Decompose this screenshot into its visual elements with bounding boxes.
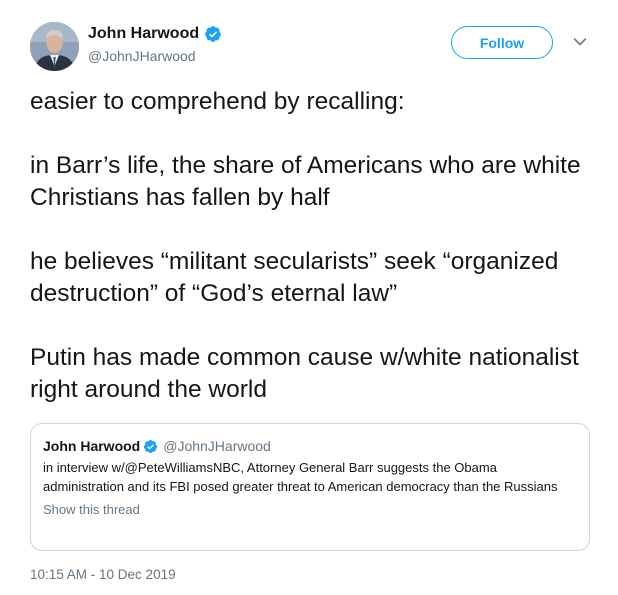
tweet-paragraph: easier to comprehend by recalling:	[30, 88, 405, 115]
tweet-paragraph: in Barr’s life, the share of Americans w…	[30, 152, 581, 211]
verified-badge-icon	[143, 439, 158, 454]
verified-badge-icon	[204, 25, 222, 43]
tweet-timestamp[interactable]: 10:15 AM - 10 Dec 2019	[30, 567, 176, 582]
author-handle[interactable]: @JohnJHarwood	[88, 48, 222, 64]
quoted-author-name: John Harwood	[43, 438, 141, 454]
avatar[interactable]	[30, 22, 79, 71]
follow-button[interactable]: Follow	[451, 26, 553, 59]
author-name-row[interactable]: John Harwood	[88, 23, 222, 45]
tweet-text: easier to comprehend by recalling: in Ba…	[30, 86, 600, 406]
quoted-author-handle: @JohnJHarwood	[163, 438, 271, 454]
more-menu-button[interactable]	[570, 32, 590, 52]
author-name[interactable]: John Harwood	[88, 25, 199, 43]
quoted-tweet-text: in interview w/@PeteWilliamsNBC, Attorne…	[43, 460, 558, 494]
tweet-header: John Harwood @JohnJHarwood Follow	[30, 22, 598, 74]
chevron-down-icon	[573, 38, 587, 46]
show-thread-link[interactable]: Show this thread	[43, 502, 577, 517]
author-info: John Harwood @JohnJHarwood	[88, 23, 222, 64]
tweet-paragraph: he believes “militant secularists” seek …	[30, 248, 559, 307]
quoted-tweet-header: John Harwood @JohnJHarwood	[43, 436, 577, 456]
tweet-paragraph: Putin has made common cause w/white nati…	[30, 344, 579, 403]
quoted-tweet-card[interactable]: John Harwood @JohnJHarwood in interview …	[30, 423, 590, 551]
